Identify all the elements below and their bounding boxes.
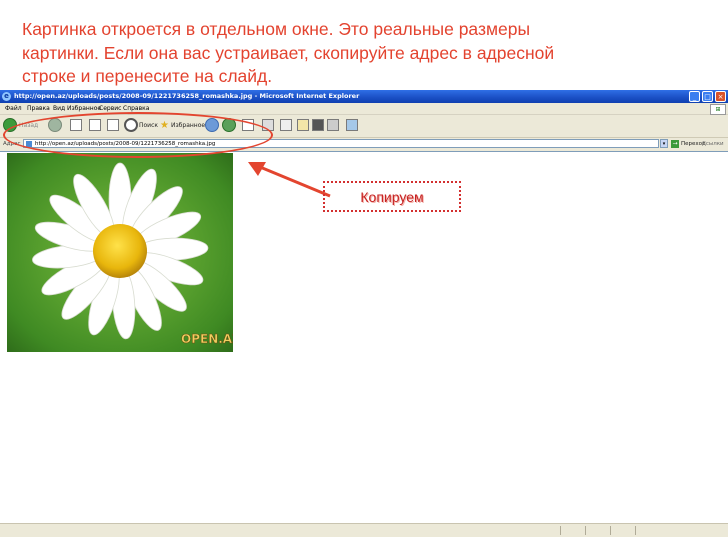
window-title: http://open.az/uploads/posts/2008-09/122… [14, 92, 360, 100]
folder-icon[interactable] [297, 119, 309, 131]
copy-label: Копируем [360, 188, 424, 205]
status-cell [635, 526, 636, 535]
links-label[interactable]: Ссылки [702, 138, 724, 150]
ie-window: e http://open.az/uploads/posts/2008-09/1… [0, 90, 728, 546]
go-arrow-icon: → [671, 139, 679, 148]
status-cell [610, 526, 611, 535]
status-bar [0, 523, 728, 537]
status-cell [585, 526, 586, 535]
go-button[interactable]: → Переход [671, 139, 706, 149]
menu-edit[interactable]: Правка [27, 103, 50, 114]
address-highlight-ellipse [3, 112, 273, 158]
edit-icon[interactable] [280, 119, 292, 131]
research-icon[interactable] [327, 119, 339, 131]
discuss-icon[interactable] [312, 119, 324, 131]
status-cell [560, 526, 561, 535]
title-bar: e http://open.az/uploads/posts/2008-09/1… [0, 90, 728, 103]
chamomile-image: OPEN.AZ [7, 153, 233, 352]
ie-logo-icon: e [2, 92, 11, 101]
messenger-icon[interactable] [346, 119, 358, 131]
chevron-down-icon[interactable]: ▾ [660, 139, 668, 148]
instruction-caption: Картинка откроется в отдельном окне. Это… [22, 19, 555, 86]
menu-view[interactable]: Вид [53, 103, 65, 114]
copy-callout: Копируем [323, 181, 461, 212]
close-icon[interactable]: × [715, 91, 726, 102]
minimize-icon[interactable]: _ [689, 91, 700, 102]
window-controls: _ □ × [689, 91, 726, 102]
image-watermark: OPEN.AZ [181, 332, 233, 346]
maximize-icon[interactable]: □ [702, 91, 713, 102]
pointer-arrow [248, 162, 331, 198]
windows-flag-icon: ⊞ [710, 104, 726, 115]
menu-file[interactable]: Файл [5, 103, 22, 114]
